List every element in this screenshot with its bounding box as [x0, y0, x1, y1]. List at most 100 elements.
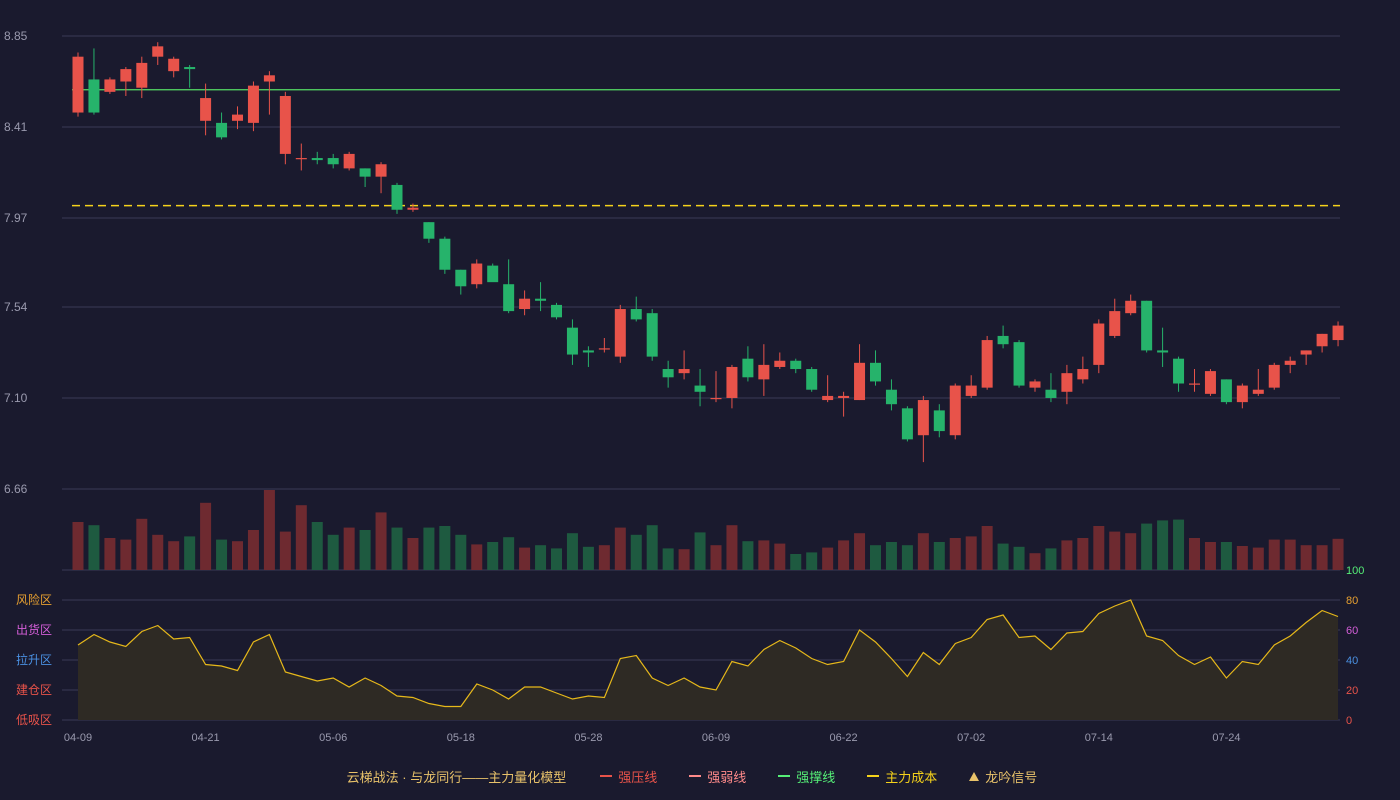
indicator-right-tick: 20 [1346, 685, 1358, 697]
legend-swatch-cost [867, 775, 880, 777]
volume-bar [72, 522, 84, 570]
candle-body [1268, 364, 1280, 388]
candle-body [1316, 333, 1328, 347]
price-tick-label: 6.66 [4, 482, 28, 496]
date-tick-label: 05-18 [447, 732, 475, 744]
candle-body [630, 309, 642, 320]
volume-bar [216, 539, 228, 570]
candle-body [1220, 379, 1232, 403]
candle-body [885, 389, 897, 405]
legend-item-resistance[interactable]: 强压线 [600, 767, 657, 786]
candle-body [1125, 300, 1137, 314]
volume-bar [981, 526, 993, 570]
price-tick-label: 8.41 [4, 120, 28, 134]
legend-label-support: 强撑线 [796, 769, 836, 785]
candle-body [120, 69, 132, 82]
volume-bar [806, 552, 818, 570]
candle-body [997, 335, 1009, 345]
volume-bar [1157, 520, 1169, 570]
volume-bar [487, 542, 499, 570]
candle-body [742, 358, 754, 378]
volume-bar [391, 527, 403, 570]
volume-bar [885, 542, 897, 570]
candle-body [790, 360, 802, 370]
candle-body [423, 222, 435, 239]
legend-label-strength: 强弱线 [707, 769, 747, 785]
candle-body [1061, 373, 1073, 392]
volume-bar [247, 530, 259, 570]
volume-bar [232, 541, 243, 570]
candle-body [311, 158, 323, 161]
candle-body [758, 364, 770, 380]
volume-bar [200, 502, 212, 570]
volume-bar [917, 533, 929, 570]
volume-bar [1268, 539, 1280, 570]
volume-bar [136, 518, 148, 570]
volume-bar [933, 542, 945, 570]
volume-bar [519, 547, 531, 570]
volume-bar [152, 534, 164, 570]
candle-body [949, 385, 961, 436]
volume-bar [1236, 546, 1248, 570]
triangle-icon [969, 771, 980, 781]
volume-bar [168, 541, 180, 570]
indicator-zone-label: 出货区 [16, 622, 52, 637]
volume-bar [279, 531, 291, 570]
volume-bar [327, 534, 339, 570]
candle-body [455, 269, 467, 287]
volume-bar [566, 533, 578, 570]
candle-body [295, 158, 307, 160]
price-tick-label: 7.54 [4, 300, 28, 314]
legend-swatch-support [778, 775, 791, 777]
candle-body [822, 395, 834, 401]
candle-body [1189, 383, 1200, 385]
date-tick-label: 05-28 [574, 732, 602, 744]
volume-bar [1109, 531, 1121, 570]
date-tick-label: 04-21 [192, 732, 220, 744]
stock-chart: 8.85 8.41 7.97 7.54 7.10 6.66 100 80 60 40 20 0 风险区出… [0, 0, 1400, 800]
legend-title: 云梯战法 · 与龙同行——主力量化模型 [346, 769, 567, 785]
volume-bar [965, 536, 977, 570]
volume-bar [311, 522, 323, 570]
candle-body [1236, 385, 1248, 403]
candle-body [519, 298, 531, 310]
volume-bar [1029, 553, 1041, 570]
indicator-zone-label: 低吸区 [16, 713, 52, 727]
volume-bar [742, 541, 754, 570]
legend-swatch-resistance [600, 775, 613, 777]
candle-body [200, 98, 212, 121]
candle-body [1029, 381, 1041, 388]
volume-bar [1141, 523, 1153, 570]
candle-body [917, 400, 929, 436]
volume-bar [423, 527, 435, 570]
candle-body [152, 46, 164, 57]
candle-body [471, 263, 483, 285]
candle-body [1300, 350, 1312, 355]
candle-body [933, 410, 945, 432]
legend-item-signal[interactable]: 龙吟信号 [969, 767, 1037, 786]
volume-bar [854, 533, 866, 570]
candle-body [1284, 360, 1296, 365]
volume-bar [1252, 547, 1264, 570]
candle-body [646, 313, 658, 357]
legend-item-cost[interactable]: 主力成本 [867, 767, 937, 786]
volume-bar [503, 537, 515, 570]
legend-item-support[interactable]: 强撑线 [778, 767, 835, 786]
date-tick-label: 06-22 [830, 732, 858, 744]
candle-body [487, 265, 499, 283]
candle-body [359, 168, 371, 177]
volume-bar [535, 545, 547, 570]
volume-bar [822, 547, 834, 570]
volume-bar [1316, 545, 1328, 570]
date-tick-label: 04-09 [64, 732, 92, 744]
legend-item-strength[interactable]: 强弱线 [689, 767, 746, 786]
candle-body [104, 79, 116, 92]
candle-body [327, 158, 339, 165]
volume-bar [582, 546, 594, 570]
volume-bar [88, 525, 100, 570]
volume-bar [870, 545, 881, 570]
volume-bar [359, 530, 371, 570]
candle-body [375, 164, 387, 177]
date-tick-label: 07-24 [1212, 732, 1240, 744]
volume-bar [455, 534, 467, 570]
